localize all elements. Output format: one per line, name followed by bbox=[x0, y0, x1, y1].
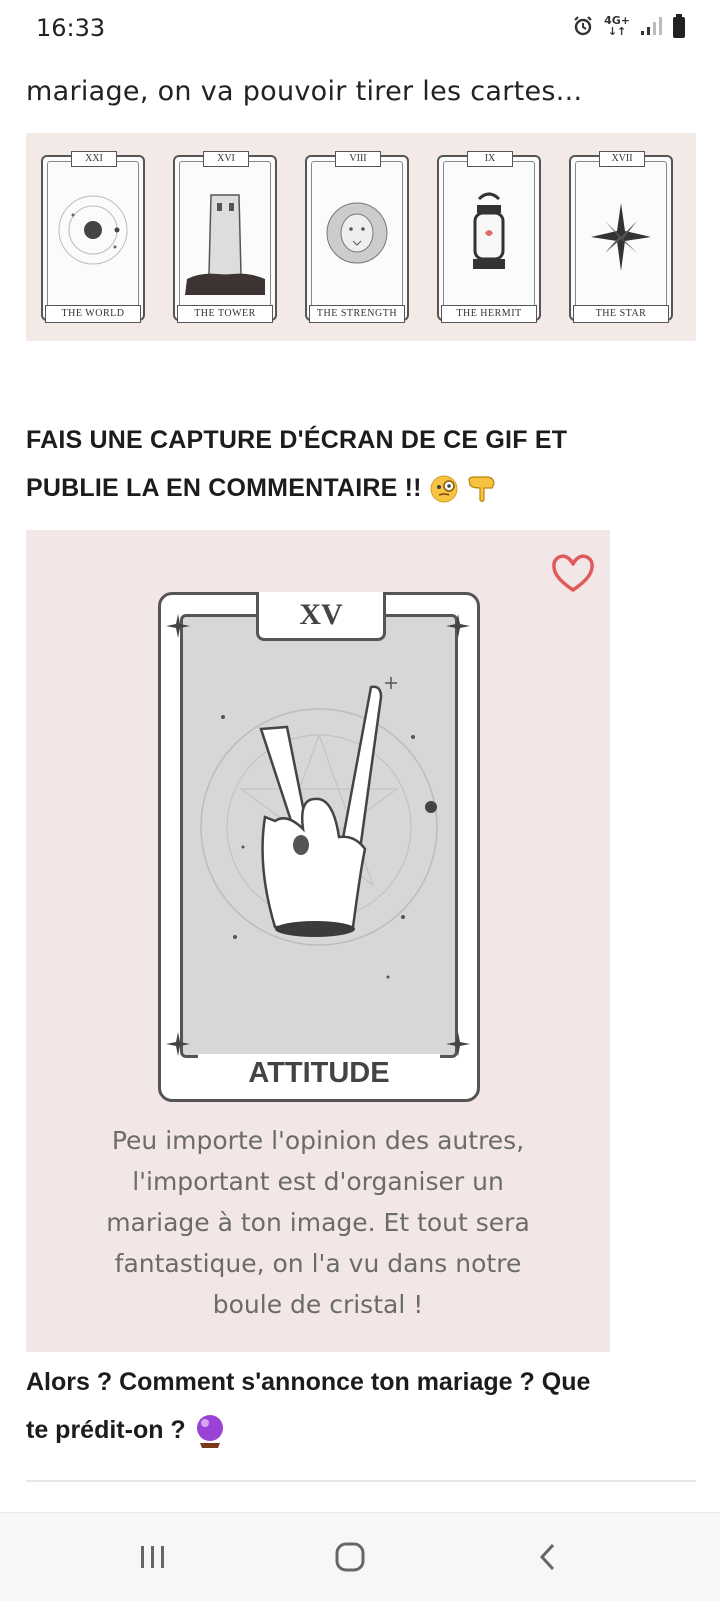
home-button[interactable] bbox=[310, 1529, 390, 1585]
status-time: 16:33 bbox=[36, 14, 106, 42]
card-name: THE STRENGTH bbox=[309, 305, 405, 323]
card-name: THE TOWER bbox=[177, 305, 273, 323]
card-title: ATTITUDE bbox=[198, 1054, 440, 1092]
card-numeral: XVII bbox=[599, 151, 645, 167]
article-content[interactable]: mariage, on va pouvoir tirer les cartes.… bbox=[0, 60, 720, 1512]
attitude-gif[interactable]: XV ATTITUDE Peu importe l'opinion des au… bbox=[26, 530, 610, 1352]
pointing-down-hand-icon bbox=[468, 476, 495, 503]
card-numeral: XVI bbox=[203, 151, 249, 167]
recent-apps-button[interactable] bbox=[113, 1529, 193, 1585]
intro-text: mariage, on va pouvoir tirer les cartes.… bbox=[26, 76, 583, 107]
card-numeral: XXI bbox=[71, 151, 117, 167]
crystal-ball-icon bbox=[196, 1415, 223, 1449]
tarot-card: IX THE HERMIT bbox=[437, 151, 541, 323]
alarm-icon bbox=[574, 16, 592, 36]
star-icon bbox=[591, 203, 651, 271]
back-button[interactable] bbox=[508, 1529, 588, 1585]
caption-line: mariage à ton image. Et tout sera bbox=[106, 1208, 530, 1237]
card-name: THE STAR bbox=[573, 305, 669, 323]
sparkle-icon bbox=[446, 1032, 470, 1056]
closing-question: Alors ? Comment s'annonce ton mariage ? … bbox=[26, 1358, 590, 1454]
divider bbox=[26, 1480, 696, 1482]
caption-line: boule de cristal ! bbox=[212, 1290, 424, 1319]
card-numeral: XV bbox=[256, 592, 386, 641]
question-line1: Alors ? Comment s'annonce ton mariage ? … bbox=[26, 1368, 591, 1396]
tarot-cards-image[interactable]: XXI THE WORLD XVI THE TOWER VIII THE STR… bbox=[26, 133, 696, 341]
back-icon bbox=[539, 1543, 555, 1571]
instruction-heading-line1: FAIS UNE CAPTURE D'ÉCRAN DE CE GIF ET bbox=[26, 426, 568, 454]
tarot-card: XVI THE TOWER bbox=[173, 151, 277, 323]
sparkle-icon bbox=[166, 614, 190, 638]
data-arrows-icon: ↓↑ bbox=[607, 25, 627, 38]
caption-line: Peu importe l'opinion des autres, bbox=[111, 1126, 525, 1155]
face-with-monocle-icon bbox=[430, 475, 458, 503]
system-navigation-bar bbox=[0, 1512, 720, 1601]
tarot-card-large: XV ATTITUDE bbox=[158, 592, 480, 1102]
planet-icon bbox=[58, 195, 128, 265]
network-indicator: 4G+ ↓↑ bbox=[604, 15, 630, 37]
battery-icon bbox=[673, 14, 685, 38]
card-name: THE HERMIT bbox=[441, 305, 537, 323]
gif-caption: Peu importe l'opinion des autres, l'impo… bbox=[26, 1120, 610, 1325]
instruction-text: PUBLIE LA EN COMMENTAIRE !! bbox=[26, 474, 422, 502]
tower-icon bbox=[185, 194, 265, 295]
caption-line: fantastique, on l'a vu dans notre bbox=[114, 1249, 522, 1278]
sparkle-icon bbox=[446, 614, 470, 638]
card-name: THE WORLD bbox=[45, 305, 141, 323]
card-numeral: VIII bbox=[335, 151, 381, 167]
question-line2: te prédit-on ? bbox=[26, 1406, 590, 1454]
question-text: te prédit-on ? bbox=[26, 1416, 186, 1444]
lion-icon bbox=[326, 202, 388, 264]
card-illustration bbox=[180, 614, 458, 1058]
card-numeral: IX bbox=[467, 151, 513, 167]
caption-line: l'important est d'organiser un bbox=[132, 1167, 504, 1196]
signal-icon bbox=[641, 17, 662, 35]
tarot-card: XXI THE WORLD bbox=[41, 151, 145, 323]
instruction-heading-line2: PUBLIE LA EN COMMENTAIRE !! bbox=[26, 474, 498, 504]
status-icons: 4G+ ↓↑ bbox=[572, 14, 686, 38]
tarot-card: XVII THE STAR bbox=[569, 151, 673, 323]
recent-apps-icon bbox=[141, 1546, 164, 1568]
home-icon bbox=[335, 1542, 365, 1572]
heart-icon[interactable] bbox=[550, 552, 596, 594]
rock-hand-icon bbox=[200, 677, 438, 979]
lantern-icon bbox=[473, 192, 505, 269]
status-bar: 16:33 4G+ ↓↑ bbox=[0, 0, 720, 60]
sparkle-icon bbox=[166, 1032, 190, 1056]
tarot-card: VIII THE STRENGTH bbox=[305, 151, 409, 323]
